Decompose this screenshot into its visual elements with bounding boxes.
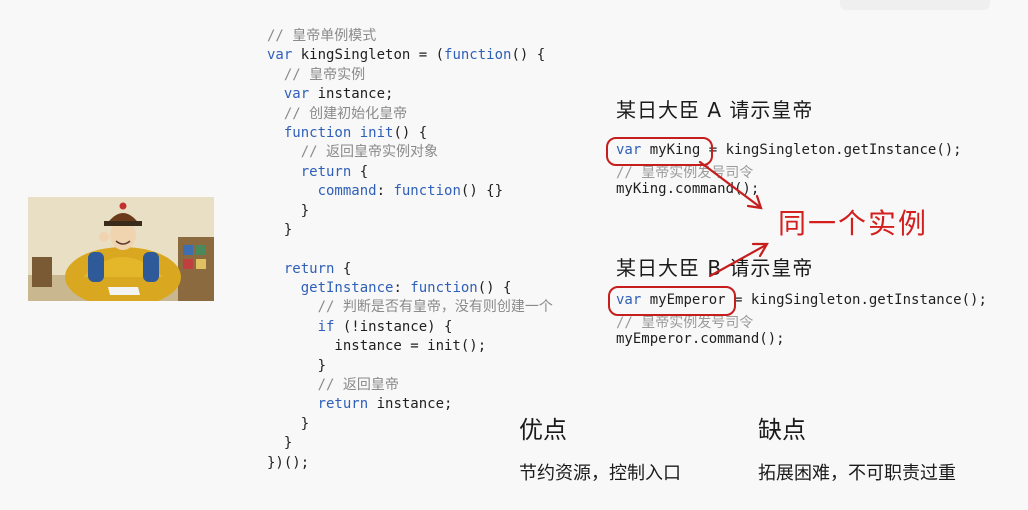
code-keyword: function — [410, 280, 478, 297]
code-line: // 皇帝实例 — [267, 66, 553, 85]
code-text: () { — [511, 47, 546, 64]
code-text: })(); — [267, 454, 310, 471]
code-text: } — [267, 415, 310, 432]
code-keyword: var — [283, 86, 310, 103]
code-text: instance; — [368, 396, 453, 413]
code-line: getInstance: function() { — [267, 279, 553, 298]
code-text: } — [267, 357, 327, 374]
code-comment: // 创建初始化皇帝 — [267, 105, 408, 122]
code-line: var kingSingleton = (function() { — [267, 46, 553, 65]
code-line: command: function() {} — [267, 182, 553, 201]
code-text: () { — [393, 124, 428, 141]
code-text: () {} — [460, 183, 504, 200]
cons-text: 拓展困难，不可职责过重 — [758, 463, 956, 484]
code-line: } — [267, 221, 553, 240]
code-line: })(); — [267, 454, 553, 473]
code-rest: = kingSingleton.getInstance(); — [700, 142, 962, 158]
code-line: if (!instance) { — [267, 318, 553, 337]
code-text: instance = init(); — [267, 338, 487, 355]
code-text: } — [267, 435, 293, 452]
code-line-myking-command: myKing.command(); — [616, 181, 760, 197]
code-text: instance; — [309, 86, 394, 103]
code-line: // 创建初始化皇帝 — [267, 105, 553, 124]
arrow-a-head-icon — [746, 194, 763, 210]
code-text: } — [267, 221, 293, 238]
code-text: { — [334, 260, 352, 277]
code-text: : — [393, 280, 411, 297]
code-text: { — [351, 163, 369, 180]
code-rest: = kingSingleton.getInstance(); — [725, 292, 987, 308]
code-comment: // 判断是否有皇帝，没有则创建一个 — [267, 299, 553, 316]
watermark — [840, 0, 990, 10]
code-keyword: function — [283, 124, 352, 141]
code-keyword: command — [317, 183, 377, 200]
pros-title: 优点 — [519, 416, 567, 444]
pros-text: 节约资源，控制入口 — [519, 463, 681, 484]
code-keyword: init — [351, 124, 394, 141]
code-keyword: var — [267, 47, 293, 64]
heading-minister-a: 某日大臣 A 请示皇帝 — [616, 98, 814, 122]
heading-minister-b: 某日大臣 B 请示皇帝 — [616, 256, 814, 280]
code-text: (!instance) { — [334, 318, 453, 335]
same-instance-annotation: 同一个实例 — [778, 207, 929, 240]
code-text: : — [376, 183, 394, 200]
code-line: } — [267, 357, 553, 376]
code-line: // 返回皇帝 — [267, 376, 553, 395]
code-comment: // 皇帝实例 — [267, 66, 366, 83]
code-comment: // 皇帝单例模式 — [267, 28, 377, 44]
code-text: kingSingleton = ( — [292, 47, 445, 64]
emperor-portrait-image — [28, 197, 214, 301]
code-line: } — [267, 415, 553, 434]
code-line: } — [267, 434, 553, 453]
code-keyword: if — [317, 318, 335, 335]
code-line-myemperor-command: myEmperor.command(); — [616, 331, 785, 347]
code-line: var instance; — [267, 85, 553, 104]
code-line: // 皇帝单例模式 — [267, 27, 553, 46]
code-keyword: function — [444, 47, 512, 64]
code-keyword: return — [300, 163, 352, 180]
code-comment: // 返回皇帝实例对象 — [267, 144, 439, 161]
cons-title: 缺点 — [758, 416, 806, 444]
code-keyword: return — [283, 260, 335, 277]
code-block: // 皇帝单例模式 var kingSingleton = (function()… — [267, 27, 553, 473]
code-keyword: return — [317, 396, 369, 413]
code-line: return instance; — [267, 395, 553, 414]
code-text: } — [267, 202, 310, 219]
code-line: return { — [267, 163, 553, 182]
code-line: instance = init(); — [267, 337, 553, 356]
highlight-box-myking — [606, 137, 713, 166]
code-line: function init() { — [267, 124, 553, 143]
highlight-box-myemperor — [608, 286, 736, 316]
code-keyword: function — [393, 183, 461, 200]
code-line: return { — [267, 260, 553, 279]
code-keyword: getInstance — [300, 280, 394, 297]
code-line: } — [267, 202, 553, 221]
code-comment: // 返回皇帝 — [267, 377, 399, 394]
code-text: () { — [477, 280, 512, 297]
code-line: // 判断是否有皇帝，没有则创建一个 — [267, 298, 553, 317]
slide: // 皇帝单例模式 var kingSingleton = (function()… — [0, 0, 1028, 510]
code-line: // 返回皇帝实例对象 — [267, 143, 553, 162]
